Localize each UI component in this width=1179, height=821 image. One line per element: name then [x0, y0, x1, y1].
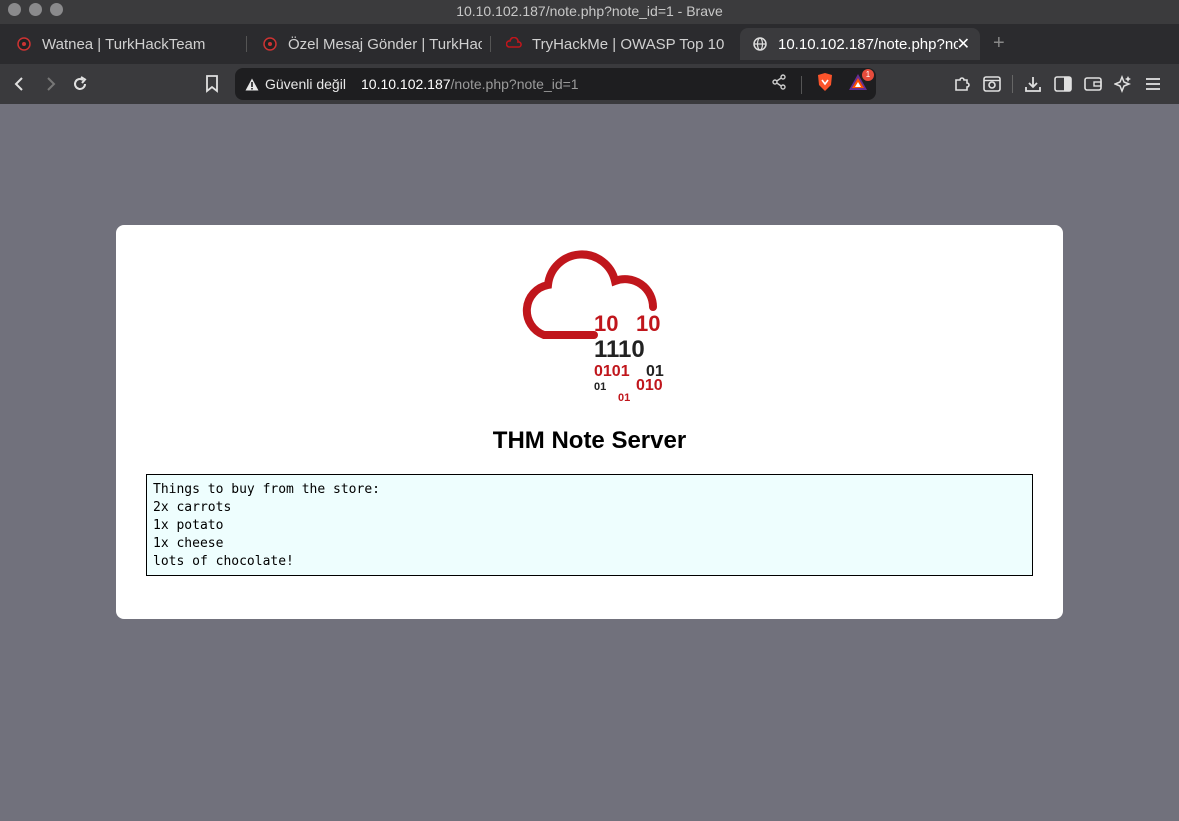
note-line: 1x potato	[153, 518, 224, 533]
security-label: Güvenli değil	[265, 76, 346, 92]
brave-shields-icon[interactable]	[816, 72, 834, 97]
brave-rewards-icon[interactable]: 1	[848, 69, 874, 96]
security-indicator[interactable]: Güvenli değil	[245, 76, 346, 92]
tab-label: Özel Mesaj Gönder | TurkHack	[288, 35, 482, 53]
logo-digits: 01	[618, 392, 631, 404]
tab-bar: Watnea | TurkHackTeam Özel Mesaj Gönder …	[0, 24, 1179, 64]
arrow-right-icon	[47, 77, 56, 91]
arrow-left-icon	[14, 77, 23, 91]
leo-ai-icon[interactable]	[1111, 72, 1135, 96]
page-title: THM Note Server	[492, 427, 687, 454]
note-content: Things to buy from the store: 2x carrots…	[146, 474, 1033, 576]
share-icon[interactable]	[771, 74, 787, 95]
url-path: /note.php?note_id=1	[450, 76, 579, 92]
maximize-window-button[interactable]	[50, 3, 63, 16]
tab-label: TryHackMe | OWASP Top 10 -	[532, 35, 728, 53]
window-controls	[8, 3, 63, 16]
forward-button[interactable]	[38, 72, 62, 96]
note-card: 10 10 1110 0101 01 01 010 01 THM Note Se…	[116, 225, 1063, 619]
navigation-bar: Güvenli değil 10.10.102.187/note.php?not…	[0, 64, 1179, 104]
reader-mode-icon[interactable]	[980, 72, 1004, 96]
bookmark-button[interactable]	[200, 72, 224, 96]
reload-icon	[74, 76, 87, 90]
bookmark-icon	[206, 75, 218, 93]
reload-button[interactable]	[68, 72, 92, 96]
logo-digits: 1110	[594, 336, 645, 363]
address-bar[interactable]: Güvenli değil 10.10.102.187/note.php?not…	[235, 68, 876, 100]
tab-tryhackme[interactable]: TryHackMe | OWASP Top 10 -	[494, 28, 728, 60]
turkhackteam-logo-icon	[16, 36, 32, 52]
url-text[interactable]: 10.10.102.187/note.php?note_id=1	[361, 76, 579, 92]
thm-cloud-logo: 10 10 1110 0101 01 01 010 01	[514, 247, 674, 407]
minimize-window-button[interactable]	[29, 3, 42, 16]
note-line: lots of chocolate!	[153, 554, 294, 569]
toolbar-actions	[950, 72, 1165, 96]
note-line: 2x carrots	[153, 500, 232, 515]
note-line: Things to buy from the store:	[153, 482, 380, 497]
tab-label: 10.10.102.187/note.php?nc	[778, 35, 958, 53]
address-bar-actions: 1	[771, 69, 874, 97]
window-title-bar: 10.10.102.187/note.php?note_id=1 - Brave	[0, 0, 1179, 24]
logo-digits: 01	[594, 381, 607, 393]
note-line: 1x cheese	[153, 536, 224, 551]
window-title: 10.10.102.187/note.php?note_id=1 - Brave	[456, 3, 723, 19]
close-window-button[interactable]	[8, 3, 21, 16]
close-icon[interactable]: ✕	[957, 34, 970, 54]
logo-digits: 0101	[594, 363, 630, 380]
logo-digits: 010	[636, 377, 663, 394]
tab-watnea[interactable]: Watnea | TurkHackTeam	[4, 28, 240, 60]
tab-label: Watnea | TurkHackTeam	[42, 35, 206, 53]
rewards-badge: 1	[862, 69, 874, 81]
back-button[interactable]	[8, 72, 32, 96]
tab-ozel-mesaj[interactable]: Özel Mesaj Gönder | TurkHack	[250, 28, 482, 60]
logo-digits: 10	[594, 311, 619, 336]
download-icon[interactable]	[1021, 72, 1045, 96]
sidebar-icon[interactable]	[1051, 72, 1075, 96]
warning-icon	[245, 78, 259, 90]
wallet-icon[interactable]	[1081, 72, 1105, 96]
turkhackteam-logo-icon	[262, 36, 278, 52]
menu-icon[interactable]	[1141, 72, 1165, 96]
tab-note-php[interactable]: 10.10.102.187/note.php?nc ✕	[740, 28, 980, 60]
extensions-icon[interactable]	[950, 72, 974, 96]
globe-icon	[752, 36, 768, 52]
new-tab-button[interactable]: +	[993, 32, 1005, 55]
logo-digits: 10	[636, 311, 661, 336]
url-host: 10.10.102.187	[361, 76, 451, 92]
tryhackme-logo-icon	[506, 36, 522, 52]
